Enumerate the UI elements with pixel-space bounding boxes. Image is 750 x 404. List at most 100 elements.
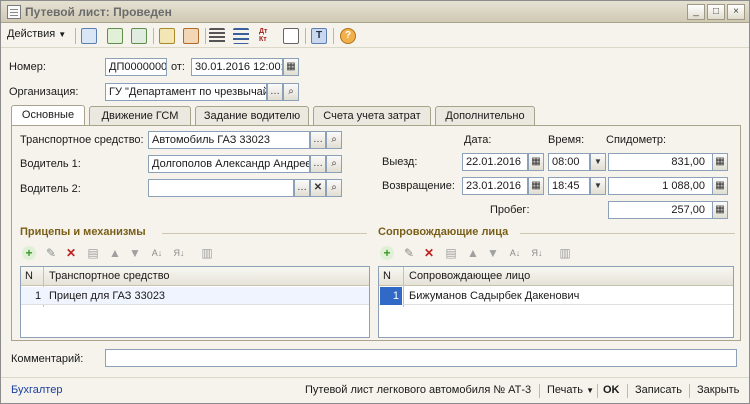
tab-driver-task[interactable]: Задание водителю: [195, 106, 309, 126]
select-button[interactable]: …: [310, 155, 326, 173]
return-speedometer-field[interactable]: 1 088,00: [608, 177, 728, 195]
sort-desc-icon[interactable]: Я↓: [530, 246, 544, 260]
escorts-section-title: Сопровождающие лица: [378, 226, 509, 238]
sort-desc-icon[interactable]: Я↓: [172, 246, 186, 260]
driver1-field[interactable]: Долгополов Александр Андрее: [148, 155, 310, 173]
trailers-section-title: Прицепы и механизмы: [20, 226, 146, 238]
departure-label: Выезд:: [382, 156, 418, 168]
unpost-icon[interactable]: [183, 28, 199, 44]
departure-date-field[interactable]: 22.01.2016: [462, 153, 528, 171]
organization-field[interactable]: ГУ "Департамент по чрезвычай: [105, 83, 267, 101]
vehicle-field[interactable]: Автомобиль ГАЗ 33023: [148, 131, 310, 149]
clear-icon[interactable]: ✕: [310, 179, 326, 197]
close-button[interactable]: Закрыть: [697, 384, 739, 396]
table-header: N Сопровождающее лицо: [379, 267, 733, 286]
row-number: 1: [380, 287, 402, 305]
title-bar[interactable]: Путевой лист: Проведен _ □ ×: [1, 1, 749, 23]
delete-icon[interactable]: ✕: [422, 246, 436, 260]
mileage-field[interactable]: 257,00: [608, 201, 728, 219]
section-divider: [162, 233, 367, 234]
chevron-down-icon[interactable]: ▼: [590, 177, 606, 195]
calendar-icon[interactable]: ▦: [283, 58, 299, 76]
return-time-field[interactable]: 18:45: [548, 177, 590, 195]
add-row-icon[interactable]: +: [22, 246, 36, 260]
status-separator: [539, 384, 540, 398]
tab-main[interactable]: Основные: [11, 105, 85, 127]
column-n-header[interactable]: N: [25, 267, 33, 285]
tab-additional[interactable]: Дополнительно: [435, 106, 535, 126]
trailers-table: N Транспортное средство 1 Прицеп для ГАЗ…: [20, 266, 370, 338]
calendar-icon[interactable]: ▦: [528, 153, 544, 171]
tab-cost-accounts[interactable]: Счета учета затрат: [313, 106, 431, 126]
return-date-field[interactable]: 23.01.2016: [462, 177, 528, 195]
accountant-link[interactable]: Бухгалтер: [11, 384, 62, 396]
post-icon[interactable]: [159, 28, 175, 44]
delete-icon[interactable]: ✕: [64, 246, 78, 260]
structure-icon[interactable]: [233, 28, 249, 44]
table-row[interactable]: 1 Бижуманов Садырбек Дакенович: [379, 287, 733, 305]
print-form-link[interactable]: Путевой лист легкового автомобиля № АТ-3: [305, 384, 531, 396]
toolbar-separator: [333, 28, 334, 44]
select-button[interactable]: …: [294, 179, 310, 197]
sort-asc-icon[interactable]: A↓: [508, 246, 522, 260]
refresh-icon[interactable]: [107, 28, 123, 44]
driver2-field[interactable]: [148, 179, 294, 197]
comment-field[interactable]: [105, 349, 737, 367]
ok-button[interactable]: OK: [603, 384, 620, 396]
add-icon[interactable]: [131, 28, 147, 44]
vehicle-label: Транспортное средство:: [20, 134, 144, 146]
fill-icon[interactable]: ▥: [200, 246, 214, 260]
table-row[interactable]: 1 Прицеп для ГАЗ 33023: [21, 287, 369, 305]
edit-icon[interactable]: ✎: [402, 246, 416, 260]
fill-icon[interactable]: ▥: [558, 246, 572, 260]
calendar-icon[interactable]: ▦: [528, 177, 544, 195]
copy-icon[interactable]: [81, 28, 97, 44]
minimize-button[interactable]: _: [687, 4, 705, 20]
debit-credit-icon[interactable]: Дт Кт: [259, 28, 275, 44]
doc-icon[interactable]: [283, 28, 299, 44]
search-icon[interactable]: ⌕: [326, 155, 342, 173]
search-icon[interactable]: ⌕: [283, 83, 299, 101]
departure-speedometer-field[interactable]: 831,00: [608, 153, 728, 171]
row-number: 1: [35, 290, 42, 302]
sort-asc-icon[interactable]: A↓: [150, 246, 164, 260]
calculator-icon[interactable]: ▦: [712, 201, 728, 219]
text-mode-icon[interactable]: T: [311, 28, 327, 44]
list-icon[interactable]: [209, 28, 225, 44]
column-escort-header[interactable]: Сопровождающее лицо: [409, 267, 530, 285]
document-date-field[interactable]: 30.01.2016 12:00:: [191, 58, 283, 76]
escorts-table: N Сопровождающее лицо 1 Бижуманов Садырб…: [378, 266, 734, 338]
row-vehicle: Прицеп для ГАЗ 33023: [49, 290, 166, 302]
actions-menu[interactable]: Действия ▼: [7, 28, 66, 40]
add-row-icon[interactable]: +: [380, 246, 394, 260]
column-n-header[interactable]: N: [383, 267, 391, 285]
document-window: Путевой лист: Проведен _ □ × Действия ▼ …: [0, 0, 750, 404]
search-icon[interactable]: ⌕: [326, 131, 342, 149]
calculator-icon[interactable]: ▦: [712, 153, 728, 171]
move-up-icon[interactable]: ▲: [108, 246, 122, 260]
select-button[interactable]: …: [310, 131, 326, 149]
column-vehicle-header[interactable]: Транспортное средство: [49, 267, 170, 285]
print-menu[interactable]: Печать ▼: [547, 384, 594, 396]
save-button[interactable]: Записать: [635, 384, 682, 396]
move-down-icon[interactable]: ▼: [486, 246, 500, 260]
move-down-icon[interactable]: ▼: [128, 246, 142, 260]
close-window-button[interactable]: ×: [727, 4, 745, 20]
toolbar-separator: [153, 28, 154, 44]
toolbar: Действия ▼ Дт Кт T ?: [1, 24, 749, 48]
move-up-icon[interactable]: ▲: [466, 246, 480, 260]
status-separator: [627, 384, 628, 398]
search-icon[interactable]: ⌕: [326, 179, 342, 197]
chevron-down-icon[interactable]: ▼: [590, 153, 606, 171]
tab-fuel-movement[interactable]: Движение ГСМ: [89, 106, 191, 126]
departure-time-field[interactable]: 08:00: [548, 153, 590, 171]
end-edit-icon[interactable]: ▤: [86, 246, 100, 260]
help-icon[interactable]: ?: [340, 28, 356, 44]
window-title: Путевой лист: Проведен: [25, 5, 172, 19]
calculator-icon[interactable]: ▦: [712, 177, 728, 195]
maximize-button[interactable]: □: [707, 4, 725, 20]
end-edit-icon[interactable]: ▤: [444, 246, 458, 260]
select-button[interactable]: …: [267, 83, 283, 101]
edit-icon[interactable]: ✎: [44, 246, 58, 260]
number-field[interactable]: ДП0000000: [105, 58, 167, 76]
